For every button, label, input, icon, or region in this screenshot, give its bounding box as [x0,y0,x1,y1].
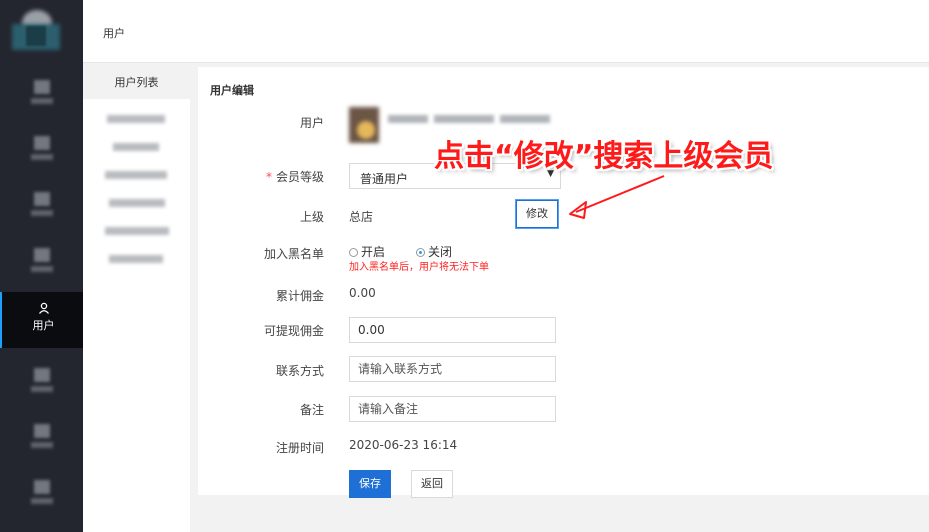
blacklist-label: 加入黑名单 [263,247,324,261]
level-select-value: 普通用户 [360,172,409,186]
subnav-head[interactable]: 用户列表 [83,67,190,99]
edit-parent-button[interactable]: 修改 [516,200,558,228]
left-nav: 用户 [0,0,85,532]
subnav-item[interactable] [83,161,190,189]
nav-item-2[interactable] [0,120,83,176]
avatar [349,107,379,143]
subnav-item[interactable] [83,245,190,273]
user-icon [2,302,85,316]
regtime-label: 注册时间 [275,441,324,455]
regtime-value: 2020-06-23 16:14 [349,438,458,452]
nav-item-user[interactable]: 用户 [0,292,85,348]
withdrawable-input[interactable] [349,317,556,343]
nav-item-1[interactable] [0,64,83,120]
annotation-text: 点击“修改”搜索上级会员 [434,139,774,174]
save-button[interactable]: 保存 [349,470,391,498]
level-label: * 会员等级 [265,170,324,184]
remark-input[interactable] [349,396,556,422]
remark-label: 备注 [299,403,324,417]
contact-label: 联系方式 [275,364,324,378]
nav-item-6[interactable] [0,352,83,408]
nav-item-7[interactable] [0,408,83,464]
blacklist-warning: 加入黑名单后，用户将无法下单 [349,262,489,273]
back-button[interactable]: 返回 [411,470,453,498]
annotation-arrow-icon [569,175,665,219]
parent-value: 总店 [349,210,374,224]
subnav-item[interactable] [83,217,190,245]
subnav-item[interactable] [83,105,190,133]
withdrawable-label: 可提现佣金 [263,324,324,338]
commission-total-label: 累计佣金 [275,289,324,303]
user-label: 用户 [299,116,324,130]
nav-item-8[interactable] [0,464,83,520]
username-blurred [388,115,558,125]
contact-input[interactable] [349,356,556,382]
page-title: 用户 [103,27,125,40]
top-header: 用户 [83,0,929,63]
nav-item-user-label: 用户 [32,319,55,332]
commission-total-value: 0.00 [349,286,376,300]
parent-label: 上级 [299,210,324,224]
nav-item-3[interactable] [0,176,83,232]
nav-item-4[interactable] [0,232,83,288]
subnav-item[interactable] [83,133,190,161]
sub-sidebar: 用户列表 [83,67,190,532]
panel-title: 用户编辑 [210,84,254,97]
subnav-item[interactable] [83,189,190,217]
logo [8,10,66,50]
